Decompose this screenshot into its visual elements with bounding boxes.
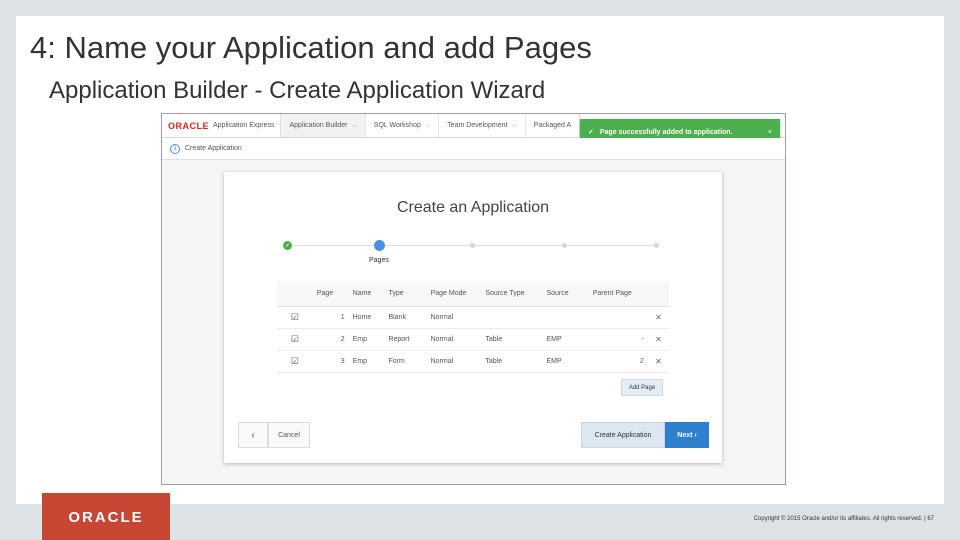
step-complete-icon[interactable]: ✓ [283,241,292,250]
col-source: Source [542,282,589,307]
step-pending-dot[interactable] [470,243,475,248]
cell-mode: Normal [426,328,482,351]
slide-title: 4: Name your Application and add Pages [30,30,592,65]
cell-type: Form [384,350,427,373]
cell-parent: - [588,328,648,351]
cell-parent [588,306,648,329]
cell-source: EMP [542,350,589,373]
col-source-type: Source Type [481,282,543,307]
tab-packaged-apps[interactable]: Packaged A [526,114,581,137]
oracle-logo: ORACLE [42,493,170,540]
step-number-icon: 1 [170,143,180,154]
tab-application-builder[interactable]: Application Builder ⌵ [281,114,366,137]
apex-brand[interactable]: ORACLE Application Express [162,114,282,137]
cell-page: 3 [312,350,349,373]
step-pending-dot[interactable] [562,243,567,248]
cell-mode: Normal [426,306,482,329]
step-current-indicator[interactable] [374,240,385,251]
close-icon[interactable]: × [768,129,772,136]
edit-icon[interactable]: ☑ [277,350,313,373]
cell-name: Emp [348,350,385,373]
col-name: Name [348,282,385,307]
oracle-logo-text: ORACLE [68,509,143,525]
cell-page: 1 [312,306,349,329]
chevron-down-icon: ⌵ [351,121,357,129]
tab-label: Team Development [447,122,508,129]
col-select [277,282,313,307]
toast-message: Page successfully added to application. [599,128,733,136]
table-row: ☑ 3 Emp Form Normal Table EMP 2 ✕ [277,350,669,373]
cell-source-type: Table [481,350,543,373]
create-application-dialog: Create an Application ✓ Pages Page Name … [224,172,722,463]
chevron-down-icon: ⌵ [511,121,517,129]
cell-source [542,306,589,329]
cell-source-type [481,306,543,329]
cell-mode: Normal [426,350,482,373]
cell-source-type: Table [481,328,543,351]
edit-icon[interactable]: ☑ [277,328,313,351]
tab-label: Application Builder [289,122,348,129]
col-page: Page [312,282,349,307]
cell-parent: 2 [588,350,648,373]
table-row: ☑ 1 Home Blank Normal ✕ [277,306,669,329]
check-icon: ✓ [588,129,594,136]
add-page-button[interactable]: Add Page [621,379,663,396]
tab-team-development[interactable]: Team Development ⌵ [439,114,526,137]
cell-source: EMP [542,328,589,351]
apex-brand-product: Application Express [213,122,275,129]
table-row: ☑ 2 Emp Report Normal Table EMP - ✕ [277,328,669,351]
cell-name: Emp [348,328,385,351]
breadcrumb-label: Create Application [185,145,242,152]
dialog-title: Create an Application [396,199,550,216]
cell-type: Blank [384,306,427,329]
chevron-down-icon: ⌵ [424,121,431,129]
cancel-button[interactable]: Cancel [268,422,310,448]
table-header-row: Page Name Type Page Mode Source Type Sou… [277,282,669,307]
cell-page: 2 [312,328,349,351]
col-remove [647,282,669,307]
cell-name: Home [348,306,385,329]
back-button[interactable]: ‹ [238,422,268,448]
copyright-text: Copyright © 2015 Oracle and/or its affil… [753,516,934,522]
tab-sql-workshop[interactable]: SQL Workshop ⌵ [366,114,440,137]
step-label-pages: Pages [369,257,389,264]
remove-icon[interactable]: ✕ [647,350,669,373]
dialog-footer: ‹ Cancel Create Application Next › [238,422,709,448]
col-type: Type [384,282,427,307]
apex-brand-oracle: ORACLE [168,120,209,131]
create-application-button[interactable]: Create Application [581,422,665,448]
col-page-mode: Page Mode [426,282,482,307]
next-button[interactable]: Next › [665,422,709,448]
edit-icon[interactable]: ☑ [277,306,313,329]
remove-icon[interactable]: ✕ [647,328,669,351]
tab-label: SQL Workshop [373,122,421,129]
slide-subtitle: Application Builder - Create Application… [49,77,546,104]
remove-icon[interactable]: ✕ [647,306,669,329]
breadcrumb: 1 Create Application [162,138,785,160]
cell-type: Report [384,328,427,351]
apex-screenshot: ORACLE Application Express Application B… [161,113,786,485]
tab-label: Packaged A [533,122,572,129]
col-parent-page: Parent Page [588,282,648,307]
step-pending-dot[interactable] [654,243,659,248]
pages-table: Page Name Type Page Mode Source Type Sou… [277,282,669,373]
